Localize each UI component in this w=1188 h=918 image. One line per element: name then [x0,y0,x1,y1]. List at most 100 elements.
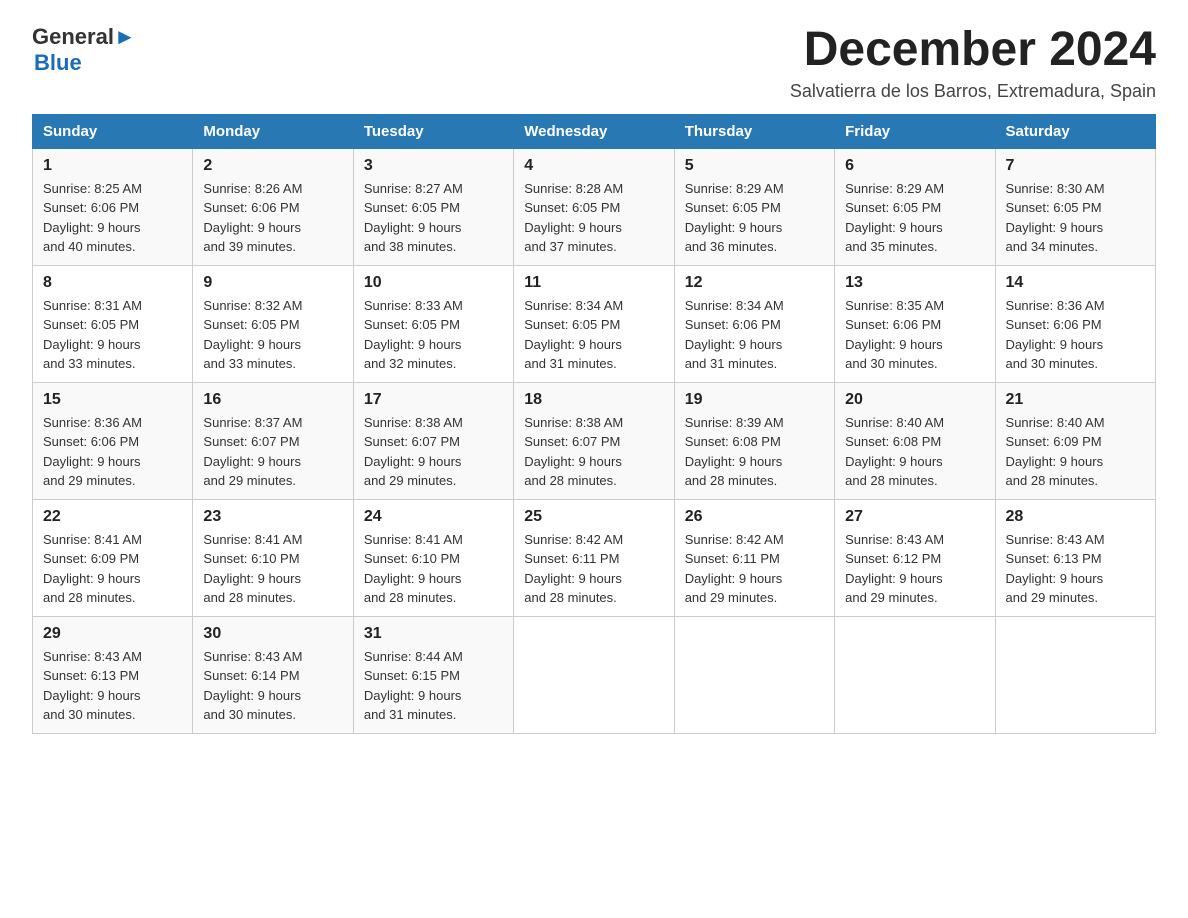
day-number: 4 [524,157,663,175]
calendar-cell: 26Sunrise: 8:42 AMSunset: 6:11 PMDayligh… [674,499,834,616]
day-info: Sunrise: 8:25 AMSunset: 6:06 PMDaylight:… [43,179,182,257]
calendar-table: SundayMondayTuesdayWednesdayThursdayFrid… [32,114,1156,734]
calendar-cell: 30 Sunrise: 8:43 AMSunset: 6:14 PMDayligh… [193,616,353,733]
calendar-cell: 8 Sunrise: 8:31 AMSunset: 6:05 PMDaylight… [33,265,193,382]
day-info: Sunrise: 8:28 AMSunset: 6:05 PMDaylight:… [524,179,663,257]
day-number: 8 [43,274,182,292]
calendar-week-row: 1 Sunrise: 8:25 AMSunset: 6:06 PMDaylight… [33,148,1156,265]
calendar-cell: 18Sunrise: 8:38 AMSunset: 6:07 PMDayligh… [514,382,674,499]
day-info: Sunrise: 8:43 AMSunset: 6:12 PMDaylight:… [845,530,984,608]
logo-blue-label: Blue [34,50,82,76]
calendar-week-row: 15 Sunrise: 8:36 AMSunset: 6:06 PMDayligh… [33,382,1156,499]
day-number: 19 [685,391,824,409]
calendar-cell [995,616,1155,733]
day-number: 31 [364,625,503,643]
day-number: 25 [524,508,663,526]
calendar-cell: 12 Sunrise: 8:34 AMSunset: 6:06 PMDayligh… [674,265,834,382]
calendar-cell: 23 Sunrise: 8:41 AMSunset: 6:10 PMDayligh… [193,499,353,616]
calendar-cell: 3 Sunrise: 8:27 AMSunset: 6:05 PMDaylight… [353,148,513,265]
day-number: 6 [845,157,984,175]
calendar-cell: 14 Sunrise: 8:36 AMSunset: 6:06 PMDayligh… [995,265,1155,382]
calendar-cell: 16 Sunrise: 8:37 AMSunset: 6:07 PMDayligh… [193,382,353,499]
day-info: Sunrise: 8:29 AMSunset: 6:05 PMDaylight:… [845,179,984,257]
calendar-cell: 1 Sunrise: 8:25 AMSunset: 6:06 PMDaylight… [33,148,193,265]
logo: General ► Blue [32,24,136,76]
day-number: 5 [685,157,824,175]
calendar-day-header: Saturday [995,114,1155,148]
calendar-cell: 24Sunrise: 8:41 AMSunset: 6:10 PMDayligh… [353,499,513,616]
day-number: 26 [685,508,824,526]
title-section: December 2024 Salvatierra de los Barros,… [790,24,1156,102]
calendar-cell: 21 Sunrise: 8:40 AMSunset: 6:09 PMDayligh… [995,382,1155,499]
day-info: Sunrise: 8:39 AMSunset: 6:08 PMDaylight:… [685,413,824,491]
calendar-day-header: Monday [193,114,353,148]
calendar-cell: 6 Sunrise: 8:29 AMSunset: 6:05 PMDaylight… [835,148,995,265]
calendar-cell: 4 Sunrise: 8:28 AMSunset: 6:05 PMDaylight… [514,148,674,265]
calendar-cell: 9Sunrise: 8:32 AMSunset: 6:05 PMDaylight… [193,265,353,382]
day-info: Sunrise: 8:34 AMSunset: 6:05 PMDaylight:… [524,296,663,374]
day-info: Sunrise: 8:37 AMSunset: 6:07 PMDaylight:… [203,413,342,491]
calendar-cell: 29Sunrise: 8:43 AMSunset: 6:13 PMDayligh… [33,616,193,733]
calendar-cell: 19 Sunrise: 8:39 AMSunset: 6:08 PMDayligh… [674,382,834,499]
day-info: Sunrise: 8:43 AMSunset: 6:14 PMDaylight:… [203,647,342,725]
calendar-cell: 17 Sunrise: 8:38 AMSunset: 6:07 PMDayligh… [353,382,513,499]
day-info: Sunrise: 8:41 AMSunset: 6:09 PMDaylight:… [43,530,182,608]
day-info: Sunrise: 8:38 AMSunset: 6:07 PMDaylight:… [364,413,503,491]
day-number: 20 [845,391,984,409]
calendar-day-header: Friday [835,114,995,148]
day-number: 11 [524,274,663,292]
calendar-cell: 15 Sunrise: 8:36 AMSunset: 6:06 PMDayligh… [33,382,193,499]
day-info: Sunrise: 8:31 AMSunset: 6:05 PMDaylight:… [43,296,182,374]
calendar-cell: 5 Sunrise: 8:29 AMSunset: 6:05 PMDaylight… [674,148,834,265]
calendar-week-row: 8 Sunrise: 8:31 AMSunset: 6:05 PMDaylight… [33,265,1156,382]
day-info: Sunrise: 8:38 AMSunset: 6:07 PMDaylight:… [524,413,663,491]
calendar-cell: 31 Sunrise: 8:44 AMSunset: 6:15 PMDayligh… [353,616,513,733]
day-number: 17 [364,391,503,409]
day-info: Sunrise: 8:34 AMSunset: 6:06 PMDaylight:… [685,296,824,374]
day-info: Sunrise: 8:36 AMSunset: 6:06 PMDaylight:… [43,413,182,491]
day-number: 12 [685,274,824,292]
day-number: 27 [845,508,984,526]
calendar-cell: 7 Sunrise: 8:30 AMSunset: 6:05 PMDaylight… [995,148,1155,265]
day-number: 3 [364,157,503,175]
day-info: Sunrise: 8:36 AMSunset: 6:06 PMDaylight:… [1006,296,1145,374]
day-number: 15 [43,391,182,409]
day-number: 28 [1006,508,1145,526]
day-info: Sunrise: 8:30 AMSunset: 6:05 PMDaylight:… [1006,179,1145,257]
day-number: 16 [203,391,342,409]
day-info: Sunrise: 8:44 AMSunset: 6:15 PMDaylight:… [364,647,503,725]
day-number: 22 [43,508,182,526]
day-number: 21 [1006,391,1145,409]
calendar-cell: 2Sunrise: 8:26 AMSunset: 6:06 PMDaylight… [193,148,353,265]
calendar-day-header: Tuesday [353,114,513,148]
day-number: 29 [43,625,182,643]
calendar-cell: 11 Sunrise: 8:34 AMSunset: 6:05 PMDayligh… [514,265,674,382]
day-info: Sunrise: 8:42 AMSunset: 6:11 PMDaylight:… [524,530,663,608]
day-info: Sunrise: 8:40 AMSunset: 6:09 PMDaylight:… [1006,413,1145,491]
day-number: 14 [1006,274,1145,292]
day-number: 30 [203,625,342,643]
day-info: Sunrise: 8:43 AMSunset: 6:13 PMDaylight:… [1006,530,1145,608]
calendar-cell [514,616,674,733]
day-number: 23 [203,508,342,526]
day-info: Sunrise: 8:40 AMSunset: 6:08 PMDaylight:… [845,413,984,491]
month-title: December 2024 [790,24,1156,77]
day-number: 10 [364,274,503,292]
calendar-week-row: 29Sunrise: 8:43 AMSunset: 6:13 PMDayligh… [33,616,1156,733]
calendar-cell: 25 Sunrise: 8:42 AMSunset: 6:11 PMDayligh… [514,499,674,616]
day-info: Sunrise: 8:29 AMSunset: 6:05 PMDaylight:… [685,179,824,257]
calendar-cell: 20 Sunrise: 8:40 AMSunset: 6:08 PMDayligh… [835,382,995,499]
calendar-day-header: Thursday [674,114,834,148]
calendar-header-row: SundayMondayTuesdayWednesdayThursdayFrid… [33,114,1156,148]
day-number: 1 [43,157,182,175]
day-number: 7 [1006,157,1145,175]
day-info: Sunrise: 8:41 AMSunset: 6:10 PMDaylight:… [203,530,342,608]
day-number: 24 [364,508,503,526]
day-info: Sunrise: 8:27 AMSunset: 6:05 PMDaylight:… [364,179,503,257]
page-header: General ► Blue December 2024 Salvatierra… [32,24,1156,102]
calendar-week-row: 22 Sunrise: 8:41 AMSunset: 6:09 PMDayligh… [33,499,1156,616]
day-info: Sunrise: 8:33 AMSunset: 6:05 PMDaylight:… [364,296,503,374]
calendar-day-header: Wednesday [514,114,674,148]
location-title: Salvatierra de los Barros, Extremadura, … [790,81,1156,102]
logo-blue-text: ► [114,24,136,50]
